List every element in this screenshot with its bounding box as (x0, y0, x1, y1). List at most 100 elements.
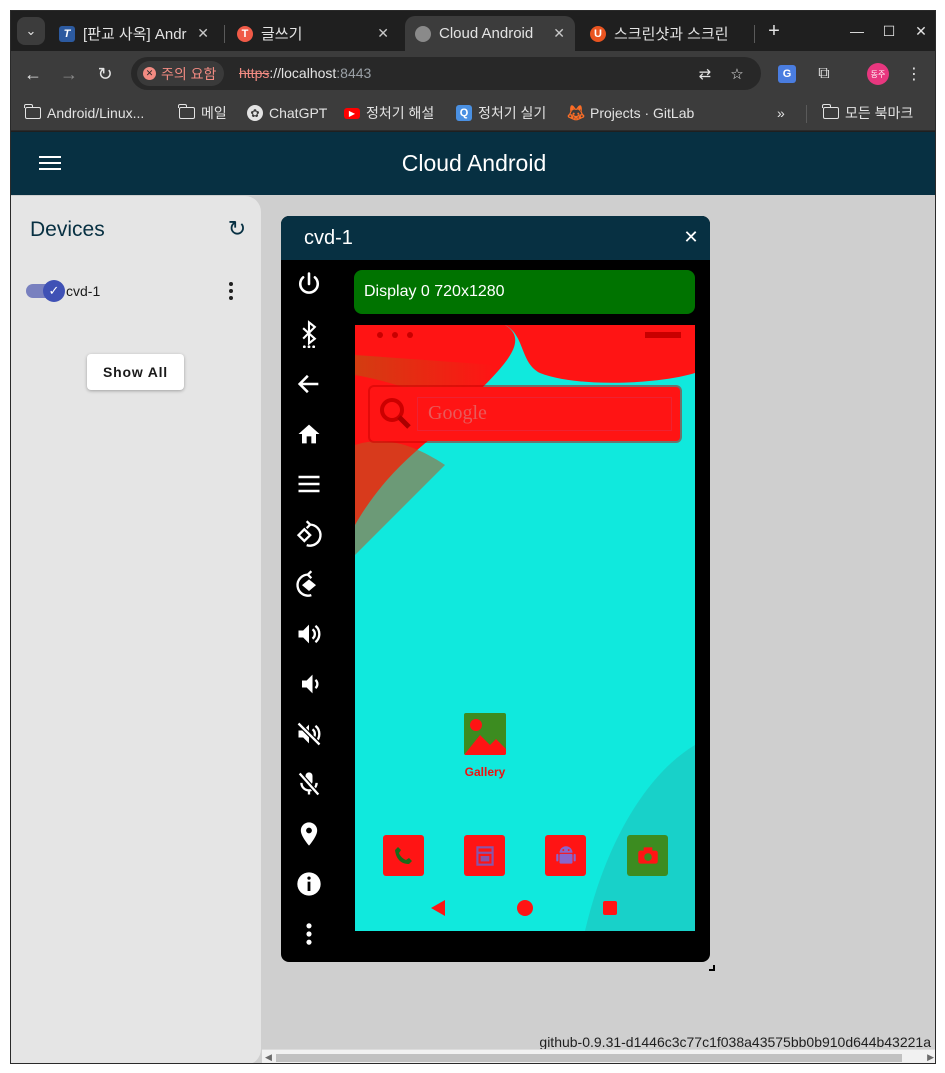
minimize-icon[interactable]: ― (845, 19, 869, 43)
tab-close-icon[interactable]: ✕ (377, 25, 389, 42)
devices-sidebar: Devices ↻ ✓ cvd-1 Show All (11, 196, 261, 1063)
url-scheme: https (239, 65, 270, 81)
android-screen[interactable]: Google Gallery (355, 325, 695, 931)
profile-avatar[interactable]: 동주 (867, 63, 889, 85)
url-port: :8443 (336, 65, 372, 81)
app-content: Cloud Android Devices ↻ ✓ cvd-1 Show All… (11, 132, 935, 1063)
device-window-title: cvd-1 (304, 227, 353, 249)
menu-icon[interactable] (291, 466, 327, 502)
volume-up-icon[interactable] (291, 616, 327, 652)
volume-down-icon[interactable] (291, 666, 327, 702)
more-icon[interactable] (291, 916, 327, 952)
gallery-app-icon[interactable] (464, 713, 506, 755)
translate-page-icon[interactable]: ⇄ (695, 64, 715, 84)
app-title: Cloud Android (401, 150, 547, 176)
device-window-header[interactable]: cvd-1 ✕ (281, 216, 710, 260)
bookmark-label: ChatGPT (269, 105, 328, 121)
volume-mute-icon[interactable] (291, 716, 327, 752)
phone-icon[interactable] (383, 835, 424, 876)
back-button[interactable]: ← (20, 61, 46, 87)
version-label: github-0.9.31-d1446c3c77c1f038a43575bb0b… (539, 1034, 931, 1050)
tab-cloud-android[interactable]: Cloud Android ✕ (405, 16, 575, 51)
all-bookmarks[interactable]: 모든 북마크 (822, 102, 914, 124)
info-icon[interactable] (291, 866, 327, 902)
forward-button[interactable]: → (56, 61, 82, 87)
browser-menu-icon[interactable]: ⋮ (903, 63, 925, 85)
camera-icon[interactable] (627, 835, 668, 876)
android-icon[interactable] (545, 835, 586, 876)
android-home-icon[interactable] (517, 900, 533, 916)
bookmark-q[interactable]: Q 정처기 실기 (456, 102, 546, 124)
bookmark-star-icon[interactable]: ☆ (727, 64, 747, 84)
google-search-widget[interactable]: Google (370, 387, 680, 441)
messages-icon[interactable] (464, 835, 505, 876)
chatgpt-icon: ✿ (247, 105, 263, 121)
bookmark-chatgpt[interactable]: ✿ ChatGPT (247, 102, 327, 124)
bookmark-label: Android/Linux... (47, 105, 145, 121)
resize-handle[interactable] (709, 965, 715, 971)
sidebar-title: Devices (30, 218, 105, 241)
tab-close-icon[interactable]: ✕ (197, 25, 209, 42)
rotate-right-icon[interactable] (291, 566, 327, 602)
gitlab-icon: 🦊︎ (566, 105, 586, 122)
q-icon: Q (456, 105, 472, 121)
gallery-label: Gallery (464, 765, 506, 779)
android-recents-icon[interactable] (603, 901, 617, 915)
location-icon[interactable] (291, 816, 327, 852)
bookmarks-overflow-button[interactable]: » (777, 102, 785, 124)
tab-close-icon[interactable]: ✕ (553, 25, 565, 42)
check-icon: ✓ (43, 280, 65, 302)
extensions-puzzle-icon[interactable]: ⧉ (813, 63, 835, 85)
home-icon[interactable] (291, 416, 327, 452)
tab-separator (754, 25, 755, 43)
show-all-button[interactable]: Show All (87, 354, 184, 390)
tab-pangyo[interactable]: T [판교 사옥] Andr ✕ (49, 16, 219, 51)
tab-favicon-icon: T (59, 25, 75, 42)
display-info-bar: Display 0 720x1280 (354, 270, 695, 314)
refresh-icon[interactable]: ↻ (224, 216, 250, 242)
bookmark-youtube[interactable]: ▶ 정처기 해설 (344, 102, 434, 124)
bookmark-label: Projects · GitLab (590, 105, 695, 121)
tab-screenshot[interactable]: U 스크린샷과 스크린 (580, 16, 752, 51)
app-bar: Cloud Android (11, 132, 935, 195)
tab-favicon-icon: T (237, 25, 253, 42)
security-label: 주의 요함 (161, 65, 217, 82)
scroll-right-icon[interactable]: ▶ (927, 1052, 934, 1063)
bookmark-label: 모든 북마크 (845, 105, 914, 121)
scroll-left-icon[interactable]: ◀ (265, 1052, 272, 1063)
reload-button[interactable]: ↻ (92, 61, 118, 87)
close-window-icon[interactable]: ✕ (909, 19, 933, 43)
tab-write[interactable]: T 글쓰기 ✕ (227, 16, 399, 51)
device-window: cvd-1 ✕ Display 0 720x1280 Google Galler… (281, 216, 710, 962)
tab-title: 스크린샷과 스크린 (614, 26, 729, 43)
tab-search-button[interactable]: ⌄ (17, 17, 45, 45)
mic-off-icon[interactable] (291, 766, 327, 802)
folder-icon (822, 104, 839, 121)
device-toggle[interactable]: ✓ (26, 280, 65, 302)
rotate-left-icon[interactable] (291, 516, 327, 552)
bookmark-android-linux[interactable]: Android/Linux... (24, 102, 145, 124)
security-warning-chip[interactable]: ✕ 주의 요함 (137, 61, 225, 86)
google-translate-extension-icon[interactable]: G (778, 65, 796, 83)
tab-title: 글쓰기 (261, 26, 303, 43)
horizontal-scrollbar[interactable]: ◀ ▶ (262, 1049, 935, 1063)
close-icon[interactable]: ✕ (681, 227, 701, 247)
scrollbar-thumb[interactable] (276, 1054, 902, 1062)
address-bar[interactable]: ✕ 주의 요함 https://localhost:8443 ⇄ ☆ (131, 57, 761, 90)
youtube-icon: ▶ (344, 107, 360, 119)
power-icon[interactable] (291, 266, 327, 302)
folder-icon (24, 104, 41, 121)
maximize-icon[interactable]: ☐ (877, 19, 901, 43)
new-tab-button[interactable]: + (763, 19, 785, 43)
android-back-icon[interactable] (431, 900, 445, 916)
tab-separator (224, 25, 225, 43)
device-options-icon[interactable] (223, 279, 239, 303)
tab-strip: ⌄ T [판교 사옥] Andr ✕ T 글쓰기 ✕ Cloud Android… (11, 11, 935, 51)
url-text[interactable]: https://localhost:8443 (239, 65, 371, 81)
back-icon[interactable] (291, 366, 327, 402)
device-row-cvd-1: ✓ cvd-1 (25, 276, 245, 306)
bookmark-mail[interactable]: 메일 (178, 102, 227, 124)
bluetooth-icon[interactable] (291, 316, 327, 352)
bookmark-gitlab[interactable]: 🦊︎ Projects · GitLab (566, 102, 695, 124)
tab-favicon-icon: U (590, 25, 606, 42)
